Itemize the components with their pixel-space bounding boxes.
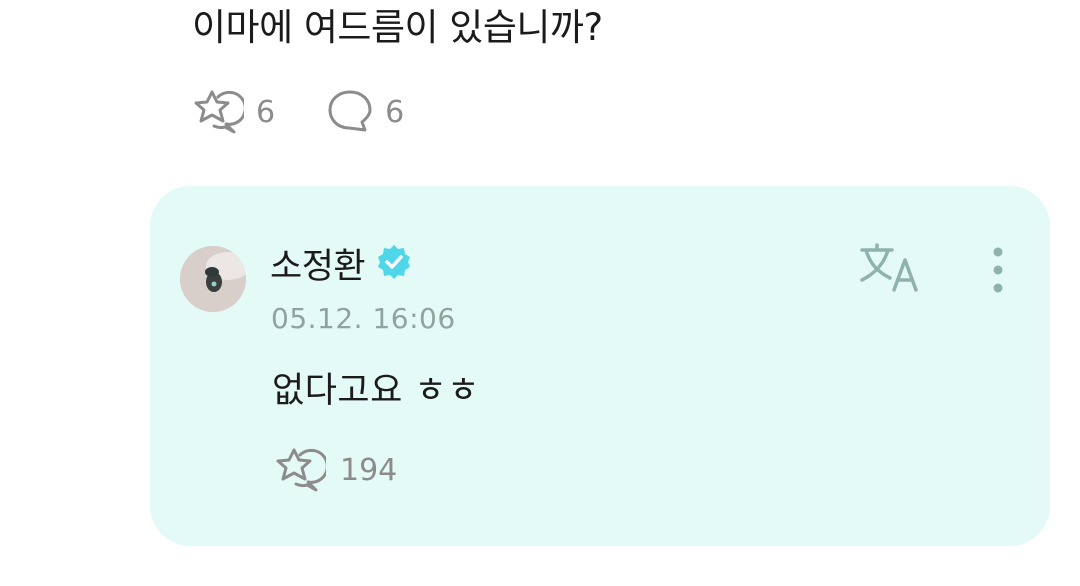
reply-timestamp: 05.12. 16:06 [271, 302, 456, 335]
author-name[interactable]: 소정환 [270, 238, 366, 289]
translate-icon [858, 243, 922, 298]
reply-card: 소정환 05.12. 16:06 없다고요 ㅎㅎ 194 [150, 186, 1050, 546]
post-actions: 6 6 [192, 86, 404, 138]
star-bubble-icon [192, 88, 244, 136]
reply-like-count: 194 [340, 452, 398, 488]
reply-text: 없다고요 ㅎㅎ [272, 371, 480, 411]
post-like-button[interactable]: 6 [192, 88, 275, 136]
comment-thread: 이마에 여드름이 있습니까? 6 6 소정환 05.12. 16:06 없다고요… [0, 0, 1080, 586]
more-vertical-icon [988, 247, 1008, 300]
star-bubble-icon [274, 446, 326, 494]
more-options-button[interactable] [988, 244, 1008, 296]
reply-like-button[interactable]: 194 [274, 446, 397, 494]
speech-bubble-icon [327, 89, 373, 135]
translate-button[interactable] [858, 242, 922, 298]
post-comment-count: 6 [385, 94, 405, 130]
post-comment-button[interactable]: 6 [327, 89, 404, 135]
author-row: 소정환 [270, 238, 413, 289]
verified-badge-icon [375, 243, 413, 285]
reply-actions: 194 [274, 444, 397, 496]
post-like-count: 6 [256, 94, 276, 130]
post-text: 이마에 여드름이 있습니까? [192, 6, 603, 49]
avatar[interactable] [180, 246, 246, 312]
